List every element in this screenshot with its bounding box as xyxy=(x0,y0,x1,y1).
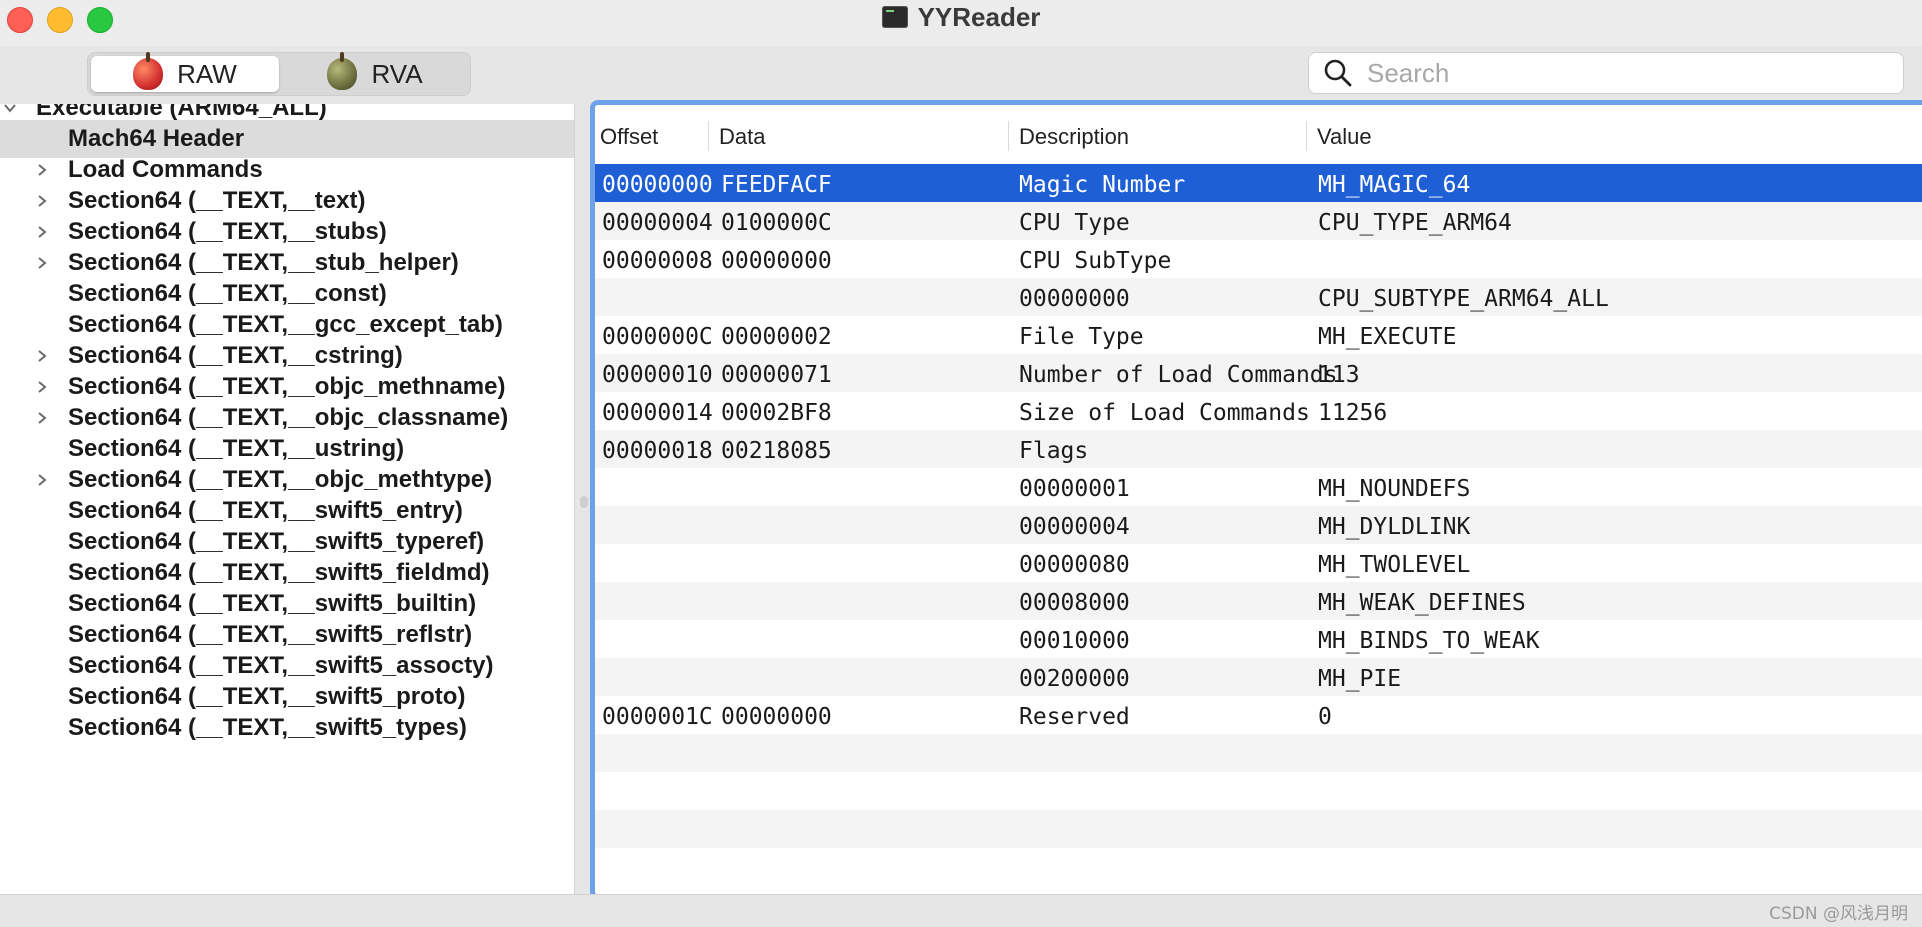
table-row[interactable]: 00200000 MH_PIE xyxy=(595,658,1922,696)
table-row[interactable]: 0000000C 00000002 File Type MH_EXECUTE xyxy=(595,316,1922,354)
data-cell: 00000000 xyxy=(721,248,832,274)
table-row[interactable]: 00000080 MH_TWOLEVEL xyxy=(595,544,1922,582)
offset-cell: 00000010 xyxy=(602,362,713,388)
table-row[interactable]: 00000004 MH_DYLDLINK xyxy=(595,506,1922,544)
search-field[interactable] xyxy=(1308,52,1904,94)
description-cell: Size of Load Commands xyxy=(1019,400,1310,426)
offset-cell: 00000004 xyxy=(602,210,713,236)
rva-mode-button[interactable]: RVA xyxy=(281,52,469,92)
table-row[interactable] xyxy=(595,772,1922,810)
sidebar-tree[interactable]: Executable (ARM64_ALL) Mach64 Header Load … xyxy=(0,104,575,894)
detail-table[interactable]: Offset Data Description Value 00000000 FE… xyxy=(590,100,1922,900)
table-row[interactable]: 00000014 00002BF8 Size of Load Commands 112… xyxy=(595,392,1922,430)
offset-cell: 00000014 xyxy=(602,400,713,426)
table-row[interactable]: 00000000 CPU_SUBTYPE_ARM64_ALL xyxy=(595,278,1922,316)
rva-mode-label: RVA xyxy=(371,58,423,89)
search-icon xyxy=(1323,58,1353,88)
value-cell: MH_DYLDLINK xyxy=(1318,514,1471,540)
description-cell: 00000000 xyxy=(1019,286,1130,312)
description-cell: Number of Load Commands xyxy=(1019,362,1338,388)
data-cell: 00218085 xyxy=(721,438,832,464)
value-cell: MH_NOUNDEFS xyxy=(1318,476,1471,502)
offset-cell: 0000001C xyxy=(602,704,713,730)
description-cell: 00010000 xyxy=(1019,628,1130,654)
value-cell: MH_PIE xyxy=(1318,666,1402,692)
data-cell: FEEDFACF xyxy=(721,172,832,198)
description-cell: File Type xyxy=(1019,324,1144,350)
split-view-divider-handle[interactable] xyxy=(580,496,588,508)
address-mode-segmented-control: RAW RVA xyxy=(87,52,471,96)
value-cell: CPU_TYPE_ARM64 xyxy=(1318,210,1512,236)
column-header-data[interactable]: Data xyxy=(719,105,765,165)
raw-mode-button[interactable]: RAW xyxy=(91,52,279,92)
description-cell: CPU SubType xyxy=(1019,248,1172,274)
table-row[interactable]: 00008000 MH_WEAK_DEFINES xyxy=(595,582,1922,620)
table-header: Offset Data Description Value xyxy=(595,105,1922,166)
table-row[interactable]: 00000000 FEEDFACF Magic Number MH_MAGIC_64 xyxy=(595,164,1922,202)
description-cell: 00000080 xyxy=(1019,552,1130,578)
column-separator xyxy=(708,121,709,151)
window-title-group: YYReader xyxy=(0,0,1922,34)
table-row[interactable]: 00000001 MH_NOUNDEFS xyxy=(595,468,1922,506)
data-cell: 00002BF8 xyxy=(721,400,832,426)
watermark-text: CSDN @风浅月明 xyxy=(1769,904,1908,924)
value-cell: MH_TWOLEVEL xyxy=(1318,552,1471,578)
description-cell: 00200000 xyxy=(1019,666,1130,692)
description-cell: CPU Type xyxy=(1019,210,1130,236)
offset-cell: 00000000 xyxy=(602,172,713,198)
column-header-description[interactable]: Description xyxy=(1019,105,1129,165)
description-cell: 00008000 xyxy=(1019,590,1130,616)
column-header-value[interactable]: Value xyxy=(1317,105,1372,165)
title-bar: YYReader xyxy=(0,0,1922,47)
value-cell: MH_WEAK_DEFINES xyxy=(1318,590,1526,616)
sidebar-item[interactable]: Section64 (__TEXT,__swift5_types) xyxy=(0,709,574,747)
value-cell: MH_MAGIC_64 xyxy=(1318,172,1471,198)
data-cell: 0100000C xyxy=(721,210,832,236)
table-row[interactable] xyxy=(595,734,1922,772)
value-cell: MH_EXECUTE xyxy=(1318,324,1457,350)
value-cell: CPU_SUBTYPE_ARM64_ALL xyxy=(1318,286,1609,312)
table-row[interactable]: 00000010 00000071 Number of Load Commands 1… xyxy=(595,354,1922,392)
value-cell: MH_BINDS_TO_WEAK xyxy=(1318,628,1540,654)
description-cell: 00000001 xyxy=(1019,476,1130,502)
data-cell: 00000000 xyxy=(721,704,832,730)
gray-apple-icon xyxy=(327,52,358,90)
search-input[interactable] xyxy=(1365,56,1889,90)
red-apple-icon xyxy=(133,52,164,90)
description-cell: Reserved xyxy=(1019,704,1130,730)
column-separator xyxy=(1008,121,1009,151)
terminal-app-icon xyxy=(881,6,908,28)
toolbar: RAW RVA xyxy=(0,46,1922,104)
status-bar: CSDN @风浅月明 xyxy=(0,894,1922,927)
table-row[interactable]: 00000008 00000000 CPU SubType xyxy=(595,240,1922,278)
table-row[interactable]: 00000018 00218085 Flags xyxy=(595,430,1922,468)
value-cell: 113 xyxy=(1318,362,1360,388)
description-cell: Flags xyxy=(1019,438,1089,464)
table-row[interactable] xyxy=(595,810,1922,848)
data-cell: 00000002 xyxy=(721,324,832,350)
data-cell: 00000071 xyxy=(721,362,832,388)
table-row[interactable]: 0000001C 00000000 Reserved 0 xyxy=(595,696,1922,734)
column-header-offset[interactable]: Offset xyxy=(600,105,658,165)
value-cell: 0 xyxy=(1318,704,1332,730)
raw-mode-label: RAW xyxy=(177,58,237,89)
offset-cell: 0000000C xyxy=(602,324,713,350)
table-row[interactable]: 00000004 0100000C CPU Type CPU_TYPE_ARM64 xyxy=(595,202,1922,240)
window-title: YYReader xyxy=(917,1,1041,32)
offset-cell: 00000008 xyxy=(602,248,713,274)
table-row[interactable]: 00010000 MH_BINDS_TO_WEAK xyxy=(595,620,1922,658)
sidebar-item-label: Section64 (__TEXT,__swift5_types) xyxy=(68,714,467,741)
value-cell: 11256 xyxy=(1318,400,1388,426)
table-row[interactable] xyxy=(595,848,1922,886)
description-cell: Magic Number xyxy=(1019,172,1186,198)
description-cell: 00000004 xyxy=(1019,514,1130,540)
column-separator xyxy=(1306,121,1307,151)
offset-cell: 00000018 xyxy=(602,438,713,464)
